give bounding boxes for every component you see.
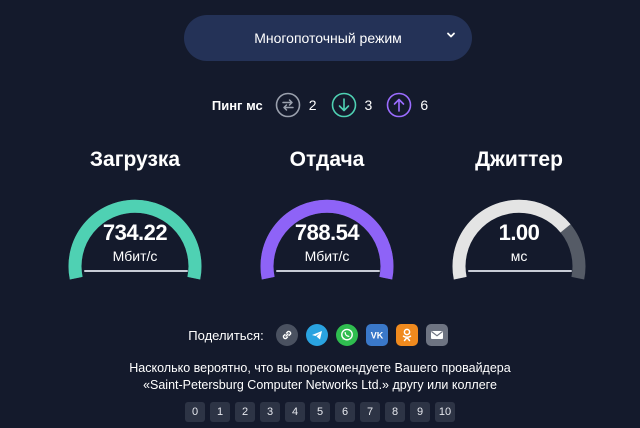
upload-underline: [276, 270, 380, 272]
nps-score-2[interactable]: 2: [235, 402, 255, 422]
nps-score-7[interactable]: 7: [360, 402, 380, 422]
recommend-question-line2: «Saint-Petersburg Computer Networks Ltd.…: [143, 378, 497, 392]
recommend-question-line1: Насколько вероятно, что вы порекомендует…: [129, 361, 511, 375]
jitter-value: 1.00: [498, 220, 540, 245]
telegram-icon[interactable]: [305, 324, 328, 346]
ping-row: Пинг мс 2 3 6: [0, 90, 640, 120]
jitter-title: Джиттер: [475, 148, 563, 171]
ping-download: 3: [331, 92, 373, 118]
nps-score-8[interactable]: 8: [385, 402, 405, 422]
upload-gauge: 788.54 Мбит/с: [252, 182, 402, 302]
ping-idle: 2: [275, 92, 317, 118]
ping-download-value: 3: [364, 97, 373, 113]
share-label: Поделиться:: [188, 327, 264, 343]
upload-unit: Мбит/с: [304, 248, 350, 264]
odnoklassniki-icon[interactable]: [395, 324, 418, 346]
jitter-gauge: 1.00 мс: [444, 182, 594, 302]
download-gauge: 734.22 Мбит/с: [60, 182, 210, 302]
nps-score-6[interactable]: 6: [335, 402, 355, 422]
mode-select[interactable]: Многопоточный режим: [184, 15, 472, 61]
arrow-up-circle-icon: [387, 92, 412, 118]
nps-score-5[interactable]: 5: [310, 402, 330, 422]
ping-label: Пинг мс: [211, 97, 263, 113]
recommend-question: Насколько вероятно, что вы порекомендует…: [0, 360, 640, 394]
chevron-down-icon: [447, 32, 455, 38]
mail-icon[interactable]: [425, 324, 448, 346]
vk-icon[interactable]: VK: [365, 324, 388, 346]
nps-score-9[interactable]: 9: [410, 402, 430, 422]
svg-text:VK: VK: [370, 331, 383, 341]
ping-idle-value: 2: [308, 97, 317, 113]
nps-score-3[interactable]: 3: [260, 402, 280, 422]
share-row: Поделиться: VK: [0, 322, 640, 348]
jitter-underline: [468, 270, 572, 272]
whatsapp-icon[interactable]: [335, 324, 358, 346]
nps-scale: 0 1 2 3 4 5 6 7 8 9 10: [0, 402, 640, 422]
nps-score-4[interactable]: 4: [285, 402, 305, 422]
upload-metric: Отдача 788.54 Мбит/с: [252, 146, 402, 302]
arrow-down-circle-icon: [331, 92, 356, 118]
nps-score-1[interactable]: 1: [210, 402, 230, 422]
download-title: Загрузка: [89, 148, 181, 171]
download-metric: Загрузка 734.22 Мбит/с: [60, 146, 210, 302]
nps-score-10[interactable]: 10: [435, 402, 455, 422]
upload-value: 788.54: [294, 220, 360, 245]
ping-upload: 6: [386, 92, 428, 118]
upload-title: Отдача: [289, 148, 365, 171]
nps-score-0[interactable]: 0: [185, 402, 205, 422]
download-underline: [84, 270, 188, 272]
link-icon[interactable]: [275, 324, 298, 346]
mode-select-label: Многопоточный режим: [254, 30, 402, 46]
download-value: 734.22: [102, 220, 168, 245]
jitter-metric: Джиттер 1.00 мс: [444, 146, 594, 302]
jitter-unit: мс: [510, 248, 528, 264]
download-unit: Мбит/с: [112, 248, 158, 264]
ping-upload-value: 6: [420, 97, 429, 113]
swap-arrows-icon: [275, 92, 301, 118]
